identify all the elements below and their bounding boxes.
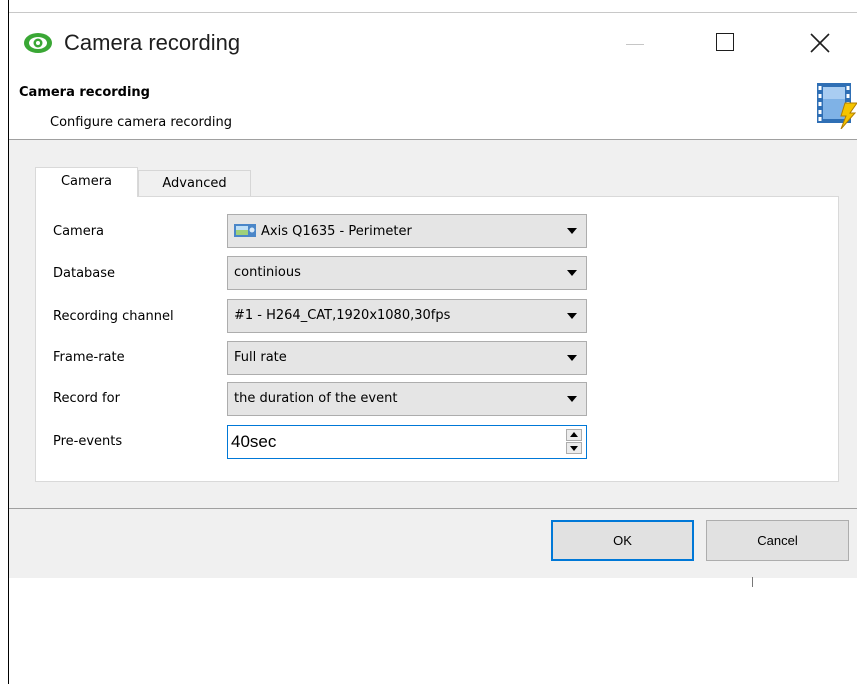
pre-events-stepper[interactable] bbox=[227, 425, 587, 459]
chevron-down-icon bbox=[567, 396, 577, 402]
pre-events-input[interactable] bbox=[231, 430, 551, 454]
background-strip bbox=[0, 0, 857, 11]
arrow-down-icon bbox=[570, 446, 578, 451]
chevron-down-icon bbox=[567, 270, 577, 276]
chevron-down-icon bbox=[567, 355, 577, 361]
camera-select[interactable]: Axis Q1635 - Perimeter bbox=[227, 214, 587, 248]
spin-down-button[interactable] bbox=[566, 442, 582, 454]
maximize-icon bbox=[716, 33, 734, 51]
minimize-icon bbox=[626, 44, 644, 45]
frame-rate-label: Frame-rate bbox=[53, 350, 125, 365]
recording-channel-select[interactable]: #1 - H264_CAT,1920x1080,30fps bbox=[227, 299, 587, 333]
spin-up-button[interactable] bbox=[566, 429, 582, 441]
camera-value: Axis Q1635 - Perimeter bbox=[261, 224, 412, 239]
tab-advanced[interactable]: Advanced bbox=[138, 170, 251, 197]
camera-recording-dialog: Camera recording Camera recording Config… bbox=[9, 12, 857, 578]
record-for-select[interactable]: the duration of the event bbox=[227, 382, 587, 416]
camera-icon bbox=[234, 224, 256, 237]
ok-button[interactable]: OK bbox=[551, 520, 694, 561]
record-for-label: Record for bbox=[53, 391, 120, 406]
background-edge bbox=[752, 577, 753, 587]
maximize-button[interactable] bbox=[702, 13, 748, 73]
minimize-button[interactable] bbox=[610, 13, 656, 73]
frame-rate-select[interactable]: Full rate bbox=[227, 341, 587, 375]
close-icon bbox=[810, 33, 830, 53]
record-for-value: the duration of the event bbox=[234, 391, 398, 406]
tab-camera[interactable]: Camera bbox=[35, 167, 138, 197]
film-lightning-icon bbox=[817, 83, 857, 129]
database-value: continious bbox=[234, 265, 301, 280]
frame-rate-value: Full rate bbox=[234, 350, 287, 365]
pre-events-label: Pre-events bbox=[53, 434, 123, 449]
title-bar[interactable]: Camera recording bbox=[9, 13, 857, 73]
eye-icon bbox=[24, 33, 52, 53]
footer-divider bbox=[9, 508, 857, 509]
dialog-header: Camera recording Configure camera record… bbox=[9, 73, 857, 140]
window-title: Camera recording bbox=[64, 30, 241, 55]
chevron-down-icon bbox=[567, 228, 577, 234]
cancel-button[interactable]: Cancel bbox=[706, 520, 849, 561]
arrow-up-icon bbox=[570, 432, 578, 437]
recording-channel-label: Recording channel bbox=[53, 309, 174, 324]
header-subtitle: Configure camera recording bbox=[50, 115, 232, 130]
close-button[interactable] bbox=[797, 13, 843, 73]
recording-channel-value: #1 - H264_CAT,1920x1080,30fps bbox=[234, 308, 451, 323]
chevron-down-icon bbox=[567, 313, 577, 319]
header-title: Camera recording bbox=[19, 85, 150, 100]
database-select[interactable]: continious bbox=[227, 256, 587, 290]
database-label: Database bbox=[53, 266, 116, 281]
camera-label: Camera bbox=[53, 224, 105, 239]
